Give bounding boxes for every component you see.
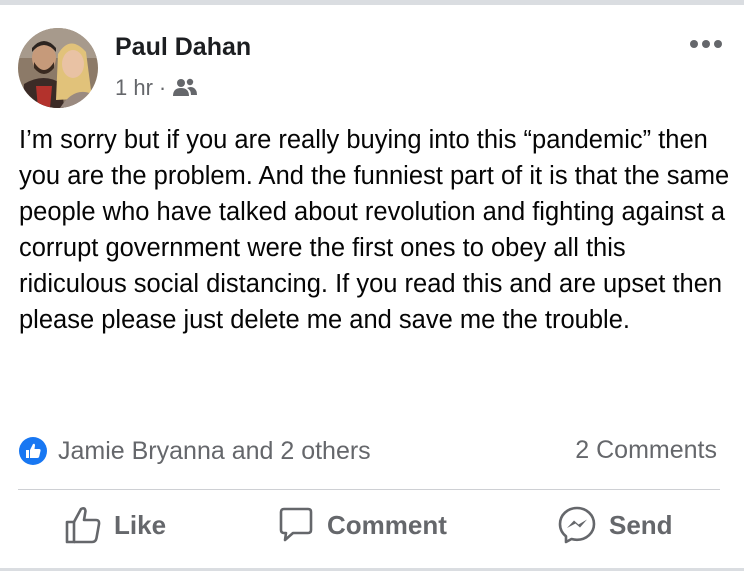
actions-divider: [18, 489, 720, 490]
post-timestamp[interactable]: 1 hr: [115, 75, 153, 101]
author-name[interactable]: Paul Dahan: [115, 33, 251, 62]
like-button[interactable]: Like: [64, 505, 166, 545]
post-body: I’m sorry but if you are really buying i…: [19, 126, 730, 334]
top-separator: [0, 0, 744, 5]
like-label: Like: [114, 509, 167, 540]
more-dot: [714, 40, 722, 48]
more-dot: [702, 40, 710, 48]
post-actions-bar: Like Comment Send: [0, 505, 744, 555]
send-button[interactable]: Send: [557, 505, 673, 545]
meta-separator: ·: [158, 75, 167, 100]
reactions-text: Jamie Bryanna and 2 others: [58, 436, 371, 465]
thumbs-up-icon: [65, 507, 101, 544]
comments-count[interactable]: 2 Comments: [575, 436, 717, 465]
avatar[interactable]: [18, 28, 98, 108]
comment-label: Comment: [327, 509, 447, 540]
post-meta: 1 hr ·: [115, 75, 198, 101]
friends-icon[interactable]: [172, 78, 198, 98]
comment-icon: [279, 507, 313, 542]
like-reaction-icon: [18, 436, 48, 466]
avatar-photo: [18, 28, 98, 108]
more-dot: [690, 40, 698, 48]
send-label: Send: [609, 509, 673, 540]
comment-button[interactable]: Comment: [277, 505, 447, 545]
messenger-icon: [558, 506, 596, 544]
more-options-icon[interactable]: [690, 40, 722, 48]
reactions-summary[interactable]: Jamie Bryanna and 2 others: [18, 436, 371, 466]
